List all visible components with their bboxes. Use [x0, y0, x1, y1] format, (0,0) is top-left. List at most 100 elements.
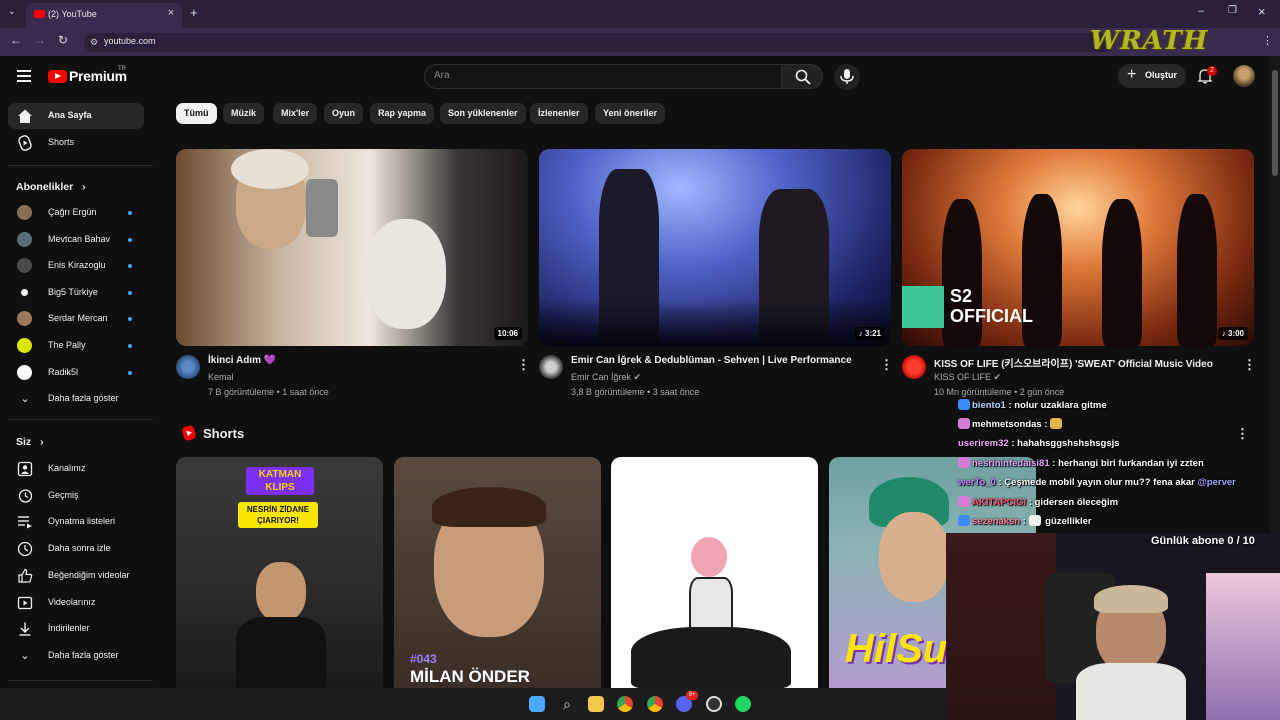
sidebar-item-your-videos[interactable]: Videolarınız	[8, 590, 144, 616]
sidebar-item-playlists[interactable]: Oynatma listeleri	[8, 509, 144, 535]
sidebar-item-label: Radik5l	[48, 367, 79, 377]
file-explorer-icon[interactable]	[588, 696, 604, 712]
subscriptions-heading[interactable]: Abonelikler ›	[16, 181, 86, 193]
logo-region: TR	[118, 66, 126, 72]
chrome-icon[interactable]	[617, 696, 633, 712]
channel-name[interactable]: Emir Can İğrek ✔	[571, 372, 641, 383]
channel-avatar[interactable]	[539, 355, 563, 379]
sidebar-sub-serdar-mercan[interactable]: Serdar Mercan	[8, 306, 144, 332]
windows-start-icon[interactable]	[529, 696, 545, 712]
minimize-icon[interactable]: –	[1198, 5, 1204, 17]
sidebar-divider	[8, 165, 153, 166]
chat-message: AKITAPCIGI : gidersen öleceğim	[958, 496, 1118, 508]
sidebar-item-home[interactable]: Ana Sayfa	[8, 103, 144, 129]
webcam-poster	[946, 533, 1056, 720]
address-bar[interactable]: ⚙ youtube.com	[84, 33, 1114, 52]
taskbar-search-icon[interactable]: ⌕	[559, 696, 575, 712]
chip-gaming[interactable]: Oyun	[324, 103, 364, 124]
sidebar-item-label: Daha fazla göster	[48, 393, 119, 403]
video-more-icon[interactable]: ⋮	[1243, 357, 1256, 373]
video-more-icon[interactable]: ⋮	[880, 357, 893, 373]
chip-recently-uploaded[interactable]: Son yüklenenler	[440, 103, 526, 124]
you-heading[interactable]: Siz ›	[16, 436, 44, 448]
sidebar-item-label: Ana Sayfa	[48, 110, 92, 120]
sidebar-item-downloads[interactable]: İndirilenler	[8, 616, 144, 642]
close-window-icon[interactable]: ×	[1258, 4, 1266, 19]
hamburger-menu-icon[interactable]	[17, 70, 31, 82]
channel-avatar[interactable]	[176, 355, 200, 379]
sidebar-item-shorts[interactable]: Shorts	[8, 130, 144, 156]
sidebar-item-watch-later[interactable]: Daha sonra izle	[8, 536, 144, 562]
sidebar-item-history[interactable]: Geçmiş	[8, 483, 144, 509]
video-title[interactable]: KISS OF LIFE (키스오브라이프) 'SWEAT' Official …	[934, 355, 1213, 370]
channel-name[interactable]: KISS OF LIFE ✔	[934, 372, 1001, 383]
short-card[interactable]: #043 MİLAN ÖNDER	[394, 457, 601, 689]
new-content-dot	[128, 211, 132, 215]
chrome-icon[interactable]	[647, 696, 663, 712]
chip-music[interactable]: Müzik	[223, 103, 265, 124]
video-more-icon[interactable]: ⋮	[517, 357, 530, 373]
thumbnail-face	[879, 512, 949, 602]
back-icon[interactable]: ←	[10, 33, 22, 47]
forward-icon[interactable]: →	[34, 33, 46, 47]
tab-search-icon[interactable]: ⌄	[8, 6, 16, 17]
channel-name[interactable]: Kemal	[208, 372, 234, 382]
obs-icon[interactable]	[706, 696, 722, 712]
video-thumbnail[interactable]: S2 OFFICIAL ♪ 3:00	[902, 149, 1254, 346]
sidebar-show-more-subs[interactable]: ⌄ Daha fazla göster	[8, 386, 144, 412]
search-input[interactable]	[424, 64, 782, 89]
sidebar-sub-enis-kirazoglu[interactable]: Enis Kirazoglu	[8, 253, 144, 279]
overlay-line: KLIPS	[265, 482, 295, 493]
short-overlay-name: MİLAN ÖNDER	[410, 667, 530, 686]
browser-tab-youtube[interactable]: (2) YouTube ×	[26, 3, 182, 28]
thumbnail-hair	[432, 487, 546, 527]
chat-username: mehmetsondas	[972, 419, 1042, 430]
channel-icon	[17, 461, 33, 477]
search-button[interactable]	[781, 64, 823, 89]
avatar	[17, 365, 32, 380]
tab-close-icon[interactable]: ×	[168, 7, 174, 19]
sidebar-sub-the-pally[interactable]: The Pally	[8, 333, 144, 359]
sidebar-show-more-you[interactable]: ⌄ Daha fazla göster	[8, 643, 144, 669]
like-icon	[18, 568, 33, 583]
video-title[interactable]: İkinci Adım 💜	[208, 355, 276, 366]
chip-mixes[interactable]: Mix'ler	[273, 103, 318, 124]
chip-watched[interactable]: İzlenenler	[530, 103, 588, 124]
video-title[interactable]: Emir Can İğrek & Dedublüman - Sehven | L…	[571, 355, 852, 366]
sidebar-sub-big5-turkiye[interactable]: Big5 Türkiye	[8, 280, 144, 306]
chip-rapping[interactable]: Rap yapma	[370, 103, 435, 124]
new-content-dot	[128, 317, 132, 321]
thumbnail-badge-line: OFFICIAL	[950, 306, 1033, 326]
chat-username: werTo_0	[958, 477, 996, 488]
sidebar-item-liked-videos[interactable]: Beğendiğim videolar	[8, 563, 144, 589]
chip-all[interactable]: Tümü	[176, 103, 217, 124]
chat-text: : Çeşmede mobil yayın olur mu?? fena aka…	[998, 477, 1195, 488]
maximize-icon[interactable]: ❐	[1228, 5, 1237, 16]
new-content-dot	[128, 371, 132, 375]
create-button[interactable]: + Oluştur	[1118, 64, 1186, 88]
voice-search-button[interactable]	[834, 64, 860, 90]
sidebar-sub-radik5l[interactable]: Radik5l	[8, 360, 144, 386]
account-avatar[interactable]	[1233, 65, 1255, 87]
reload-icon[interactable]: ↻	[58, 33, 68, 47]
sidebar-sub-mevtcan-bahav[interactable]: Mevtcan Bahav	[8, 227, 144, 253]
new-tab-icon[interactable]: +	[190, 5, 198, 20]
shorts-more-icon[interactable]: ⋮	[1236, 426, 1249, 442]
video-thumbnail[interactable]: ♪ 3:21	[539, 149, 891, 346]
short-card[interactable]	[611, 457, 818, 689]
video-thumbnail[interactable]: 10:06	[176, 149, 528, 346]
sidebar-item-channel[interactable]: Kanalınız	[8, 456, 144, 482]
browser-menu-icon[interactable]: ⋮	[1262, 34, 1273, 47]
channel-avatar[interactable]	[902, 355, 926, 379]
site-info-icon[interactable]: ⚙	[90, 37, 98, 48]
thumbnail-face	[256, 562, 306, 622]
chat-text: :	[1044, 419, 1048, 430]
spotify-icon[interactable]	[735, 696, 751, 712]
sidebar-sub-cagri-ergun[interactable]: Çağrı Ergün	[8, 200, 144, 226]
chat-text: güzellikler	[1045, 516, 1092, 527]
sidebar-item-label: Serdar Mercan	[48, 313, 108, 323]
scrollbar-thumb[interactable]	[1272, 70, 1278, 176]
short-card[interactable]: KATMAN KLIPS NESRİN ZİDANE ÇIARIYOR!	[176, 457, 383, 689]
chip-new-to-you[interactable]: Yeni öneriler	[595, 103, 666, 124]
thumbnail-crowd	[539, 299, 891, 346]
